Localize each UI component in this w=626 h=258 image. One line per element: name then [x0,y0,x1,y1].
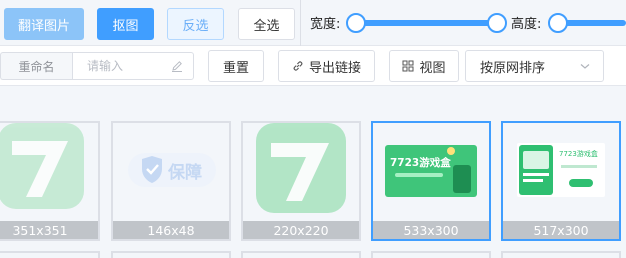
width-slider-max-thumb[interactable] [487,13,507,33]
image-card[interactable]: 保障 146x48 [111,121,231,241]
image-gallery: 351x351 保障 146x48 220x220 7723游戏盒 533x30 [0,86,626,258]
image-size-label: 517x300 [503,221,619,239]
image-toolbar: 翻译图片 抠图 反选 全选 宽度: 高度: [0,0,626,46]
image-size-label: 220x220 [243,221,359,239]
width-slider-track[interactable] [350,20,500,26]
export-link-button[interactable]: 导出链接 [278,50,375,82]
image-size-label: 146x48 [113,221,229,239]
translate-images-button[interactable]: 翻译图片 [4,8,84,40]
view-label: 视图 [419,60,446,76]
invert-selection-label: 反选 [182,18,209,34]
invert-selection-button[interactable]: 反选 [167,8,224,40]
banner-title: 7723游戏盒 [390,157,451,169]
image-card-selected[interactable]: 7723游戏盒 517x300 [501,121,621,241]
image-card[interactable] [111,251,231,258]
cutout-button[interactable]: 抠图 [97,8,154,40]
cutout-label: 抠图 [112,18,139,34]
reset-label: 重置 [222,60,249,76]
height-slider-label: 高度: [511,17,542,32]
shield-check-icon: 保障 [128,153,216,187]
game-box-banner: 7723游戏盒 [385,145,477,197]
image-card[interactable] [241,251,361,258]
reset-button[interactable]: 重置 [208,50,264,82]
image-card[interactable] [0,251,100,258]
image-size-label: 533x300 [373,221,489,239]
image-card[interactable] [371,251,491,258]
7723-logo-icon [0,123,84,209]
sort-select[interactable]: 按原网排序 [465,50,604,82]
image-card-selected[interactable]: 7723游戏盒 533x300 [371,121,491,241]
toolbar-divider [300,0,301,46]
view-button[interactable]: 视图 [389,50,459,82]
pencil-icon [172,61,182,72]
sort-select-value: 按原网排序 [480,60,546,76]
image-size-label: 351x351 [0,221,98,239]
game-box-phone: 7723游戏盒 [517,143,605,197]
select-all-button[interactable]: 全选 [238,8,295,40]
translate-images-label: 翻译图片 [17,18,70,34]
shield-badge-text: 保障 [168,163,202,183]
width-slider-min-thumb[interactable] [346,13,366,33]
image-card[interactable]: 351x351 [0,121,100,241]
image-card[interactable]: 220x220 [241,121,361,241]
action-bar: 重命名 重置 导出链接 视图 按原网排序 [0,46,626,86]
image-card[interactable] [501,251,621,258]
rename-prefix: 重命名 [0,52,72,80]
width-slider-label: 宽度: [310,17,341,32]
link-icon [293,61,303,71]
export-link-label: 导出链接 [308,60,361,76]
7723-logo-icon [256,123,346,213]
grid-view-icon [402,60,414,72]
height-slider-min-thumb[interactable] [548,13,568,33]
chevron-down-icon [580,64,590,69]
banner-title: 7723游戏盒 [559,150,598,158]
select-all-label: 全选 [253,18,280,34]
